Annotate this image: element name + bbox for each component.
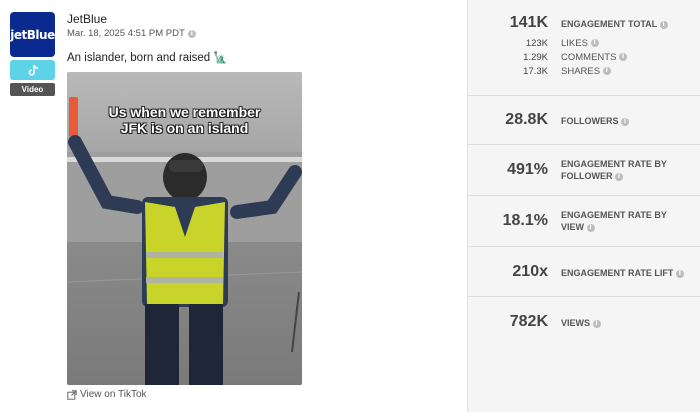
er-follower-label-line2: FOLLOWER xyxy=(561,171,613,181)
info-icon[interactable]: i xyxy=(187,29,196,38)
er-follower-label-line2-wrap: FOLLOWER i xyxy=(561,170,667,182)
views-block: 782K VIEWS i xyxy=(468,297,700,347)
er-lift-value: 210x xyxy=(512,263,548,280)
comments-label: COMMENTS i xyxy=(561,52,628,63)
er-lift-label-text: ENGAGEMENT RATE LIFT xyxy=(561,268,674,278)
video-overlay-caption: Us when we remember JFK is on an island xyxy=(67,104,302,136)
account-avatar[interactable]: jetBlue xyxy=(10,12,55,57)
er-follower-block: 491% ENGAGEMENT RATE BY FOLLOWER i xyxy=(468,145,700,196)
likes-label: LIKES i xyxy=(561,38,599,49)
er-view-label-line2: VIEW xyxy=(561,222,585,232)
views-label-text: VIEWS xyxy=(561,318,591,328)
timestamp-text: Mar. 18, 2025 4:51 PM PDT xyxy=(67,28,185,39)
post-caption: An islander, born and raised 🗽 xyxy=(67,52,228,64)
tiktok-icon xyxy=(28,64,38,76)
engagement-total-block: 141K ENGAGEMENT TOTAL i 123K LIKES i 1.2… xyxy=(468,0,700,96)
info-icon[interactable]: i xyxy=(619,53,628,62)
avatar-logo-text: jetBlue xyxy=(10,27,55,42)
video-thumbnail[interactable]: Us when we remember JFK is on an island xyxy=(67,72,302,385)
overlay-line-1: Us when we remember xyxy=(108,104,261,120)
er-view-value: 18.1% xyxy=(502,212,548,229)
engagement-total-label: ENGAGEMENT TOTAL i xyxy=(561,18,668,30)
followers-block: 28.8K FOLLOWERS i xyxy=(468,96,700,145)
metrics-panel: 141K ENGAGEMENT TOTAL i 123K LIKES i 1.2… xyxy=(467,0,700,412)
er-lift-block: 210x ENGAGEMENT RATE LIFT i xyxy=(468,247,700,297)
info-icon[interactable]: i xyxy=(659,20,668,29)
view-on-tiktok-link[interactable]: View on TikTok xyxy=(67,389,147,400)
account-name[interactable]: JetBlue xyxy=(67,12,107,26)
er-follower-label: ENGAGEMENT RATE BY FOLLOWER i xyxy=(561,158,667,182)
views-value: 782K xyxy=(509,313,548,330)
view-link-text: View on TikTok xyxy=(80,389,147,400)
shares-label-text: SHARES xyxy=(561,66,601,77)
tiktok-platform-badge xyxy=(10,60,55,80)
comments-value: 1.29K xyxy=(523,52,548,63)
likes-value: 123K xyxy=(525,38,548,49)
engagement-total-value: 141K xyxy=(509,14,548,31)
info-icon[interactable]: i xyxy=(602,67,611,76)
info-icon[interactable]: i xyxy=(621,117,630,126)
er-follower-label-line1: ENGAGEMENT RATE BY xyxy=(561,159,667,169)
shares-label: SHARES i xyxy=(561,66,611,77)
er-view-label-line2-wrap: VIEW i xyxy=(561,221,667,233)
er-lift-label: ENGAGEMENT RATE LIFT i xyxy=(561,267,684,279)
followers-value: 28.8K xyxy=(505,111,548,128)
views-label: VIEWS i xyxy=(561,317,601,329)
comments-label-text: COMMENTS xyxy=(561,52,617,63)
info-icon[interactable]: i xyxy=(590,39,599,48)
followers-label: FOLLOWERS i xyxy=(561,115,630,127)
info-icon[interactable]: i xyxy=(586,223,595,232)
er-view-label: ENGAGEMENT RATE BY VIEW i xyxy=(561,209,667,233)
post-timestamp: Mar. 18, 2025 4:51 PM PDT i xyxy=(67,28,196,39)
info-icon[interactable]: i xyxy=(592,319,601,328)
post-panel: jetBlue Video JetBlue Mar. 18, 2025 4:51… xyxy=(0,0,467,412)
external-link-icon xyxy=(67,389,77,400)
er-view-block: 18.1% ENGAGEMENT RATE BY VIEW i xyxy=(468,196,700,247)
er-view-label-line1: ENGAGEMENT RATE BY xyxy=(561,210,667,220)
likes-label-text: LIKES xyxy=(561,38,588,49)
info-icon[interactable]: i xyxy=(615,172,624,181)
er-follower-value: 491% xyxy=(507,161,548,178)
engagement-total-label-text: ENGAGEMENT TOTAL xyxy=(561,19,658,29)
followers-label-text: FOLLOWERS xyxy=(561,116,619,126)
shares-value: 17.3K xyxy=(523,66,548,77)
info-icon[interactable]: i xyxy=(675,269,684,278)
overlay-line-2: JFK is on an island xyxy=(120,120,249,136)
media-type-badge: Video xyxy=(10,83,55,96)
